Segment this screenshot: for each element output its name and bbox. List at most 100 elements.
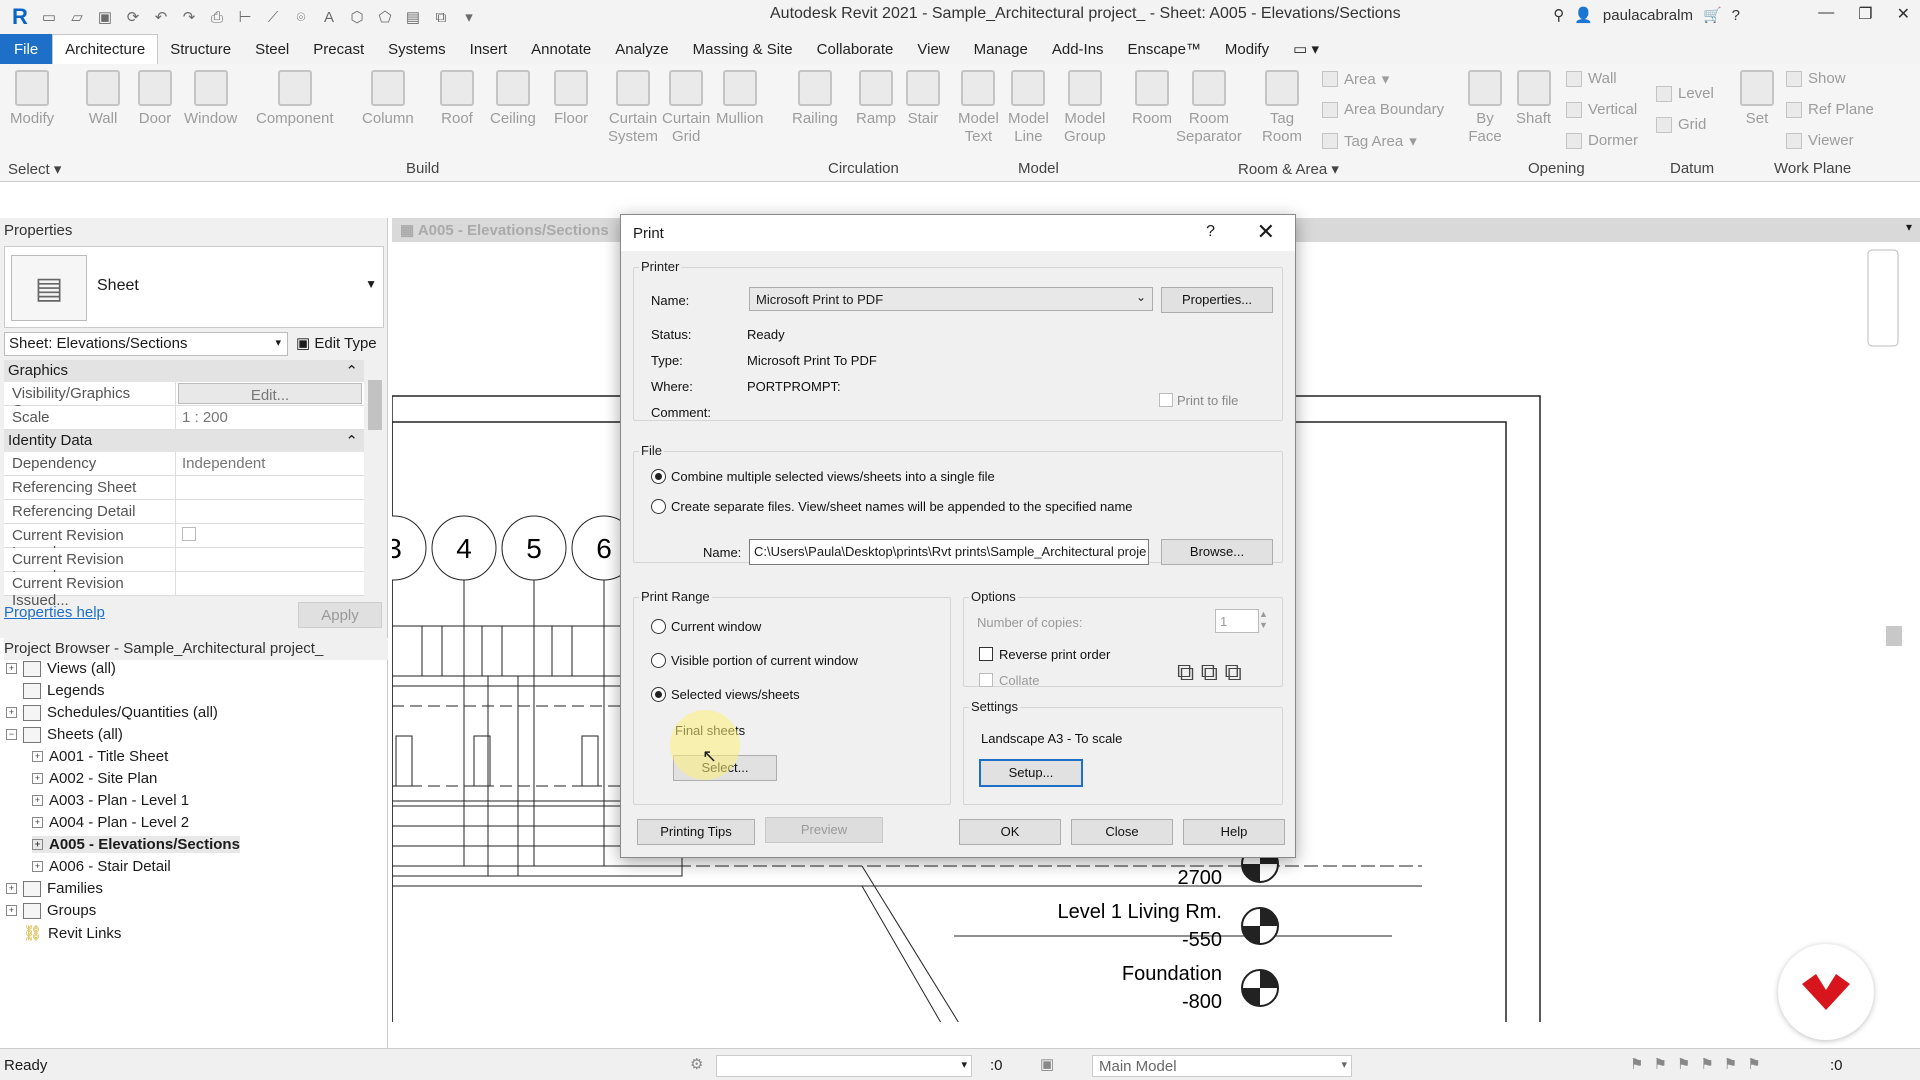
shaft-button[interactable]: Shaft (1516, 70, 1551, 128)
user-icon[interactable]: 👤 (1574, 6, 1593, 24)
room-button[interactable]: Room (1132, 70, 1172, 128)
model-group-button[interactable]: Model Group (1064, 70, 1106, 146)
print-to-file-checkbox[interactable] (1159, 393, 1173, 407)
collapse-icon[interactable]: − (6, 729, 17, 740)
navigation-bar[interactable] (1867, 249, 1899, 347)
visible-portion-radio[interactable] (651, 653, 666, 668)
restore-icon[interactable]: ❐ (1858, 4, 1872, 24)
tab-insert[interactable]: Insert (458, 34, 520, 64)
area-boundary-button[interactable]: Area Boundary (1322, 101, 1444, 118)
print-icon[interactable]: ⎙ (206, 6, 228, 28)
help-button[interactable]: Help (1183, 819, 1285, 845)
wall-opening-button[interactable]: Wall (1566, 70, 1617, 87)
collate-checkbox[interactable] (979, 673, 993, 687)
expand-icon[interactable]: + (6, 883, 17, 894)
stair-button[interactable]: Stair (906, 70, 940, 128)
property-value[interactable]: 1 : 200 (176, 406, 364, 429)
window-button[interactable]: Window (184, 70, 237, 128)
ceiling-button[interactable]: Ceiling (490, 70, 536, 128)
selected-views-radio[interactable] (651, 687, 666, 702)
component-button[interactable]: Component (256, 70, 334, 128)
expand-icon[interactable]: + (32, 817, 43, 828)
floor-button[interactable]: Floor (554, 70, 588, 128)
curtain-system-button[interactable]: Curtain System (608, 70, 658, 146)
apply-button[interactable]: Apply (298, 602, 382, 628)
tag-icon[interactable]: ⌾ (290, 6, 312, 28)
tree-node-sheet[interactable]: + A003 - Plan - Level 1 (32, 792, 189, 809)
property-value[interactable] (176, 548, 364, 571)
property-value[interactable] (176, 572, 364, 595)
modify-button[interactable]: Modify (10, 70, 54, 128)
ok-button[interactable]: OK (959, 819, 1061, 845)
tree-node-sheet[interactable]: + A006 - Stair Detail (32, 858, 171, 875)
user-name[interactable]: paulacabralm (1603, 7, 1693, 24)
tab-enscape[interactable]: Enscape™ (1116, 34, 1213, 64)
separate-files-radio[interactable] (651, 499, 666, 514)
tree-node-families[interactable]: + Families (6, 880, 103, 897)
expand-icon[interactable]: + (32, 795, 43, 806)
panel-room-area[interactable]: Room & Area ▾ (1238, 160, 1339, 178)
help-icon[interactable]: ? (1206, 223, 1215, 241)
printer-properties-button[interactable]: Properties... (1161, 287, 1273, 313)
expand-icon[interactable]: + (6, 905, 17, 916)
viewer-button[interactable]: Viewer (1786, 132, 1854, 149)
browse-button[interactable]: Browse... (1161, 539, 1273, 565)
tree-node-sheet[interactable]: + A002 - Site Plan (32, 770, 157, 787)
wall-button[interactable]: Wall (86, 70, 120, 128)
vertical-opening-button[interactable]: Vertical (1566, 101, 1637, 118)
type-selector[interactable]: ▤ Sheet ▼ (4, 246, 384, 328)
properties-help-link[interactable]: Properties help (4, 604, 105, 621)
text-icon[interactable]: A (318, 6, 340, 28)
revision-issued-checkbox[interactable] (182, 527, 196, 541)
copies-input[interactable]: 1 (1215, 609, 1259, 633)
customize-icon[interactable]: ▾ (458, 6, 480, 28)
room-separator-button[interactable]: Room Separator (1176, 70, 1242, 146)
tab-file[interactable]: File (0, 34, 53, 64)
home-icon[interactable]: ▭ (38, 6, 60, 28)
dimension-icon[interactable]: ⟋ (262, 6, 284, 28)
tab-analyze[interactable]: Analyze (603, 34, 680, 64)
selection-options-icon[interactable]: ⚑⚑⚑⚑⚑⚑ (1630, 1055, 1771, 1073)
setup-button[interactable]: Setup... (979, 759, 1083, 787)
expand-icon[interactable]: + (6, 663, 17, 674)
close-icon[interactable]: ✕ (1257, 219, 1275, 245)
tree-node-legends[interactable]: Legends (6, 682, 105, 699)
open-icon[interactable]: ▱ (66, 6, 88, 28)
tab-architecture[interactable]: Architecture (52, 34, 159, 64)
combine-files-radio[interactable] (651, 469, 666, 484)
tree-node-sheet-active[interactable]: + A005 - Elevations/Sections (32, 836, 240, 853)
filter-count[interactable]: :0 (1830, 1057, 1843, 1074)
show-button[interactable]: Show (1786, 70, 1846, 87)
tree-node-views[interactable]: + Views (all) (6, 660, 116, 677)
ref-plane-button[interactable]: Ref Plane (1786, 101, 1874, 118)
printer-name-dropdown[interactable]: Microsoft Print to PDF ⌄ (749, 287, 1153, 311)
tab-modify[interactable]: Modify (1213, 34, 1281, 64)
column-button[interactable]: Column (362, 70, 414, 128)
railing-button[interactable]: Railing (792, 70, 838, 128)
expand-icon[interactable]: + (32, 839, 43, 850)
edit-visibility-button[interactable]: Edit... (178, 383, 362, 404)
properties-scrollbar[interactable] (366, 360, 384, 596)
switch-windows-icon[interactable]: ⧉ (430, 6, 452, 28)
tab-precast[interactable]: Precast (301, 34, 376, 64)
level-head-icon[interactable] (1241, 969, 1279, 1007)
tab-annotate[interactable]: Annotate (519, 34, 603, 64)
expand-icon[interactable]: + (6, 707, 17, 718)
3d-view-icon[interactable]: ⬡ (346, 6, 368, 28)
tab-steel[interactable]: Steel (243, 34, 301, 64)
panel-select[interactable]: Select ▾ (8, 160, 61, 178)
preview-button[interactable]: Preview (765, 817, 883, 843)
set-button[interactable]: Set (1740, 70, 1774, 128)
design-options-icon[interactable]: ▣ (1040, 1055, 1054, 1073)
roof-button[interactable]: Roof (440, 70, 474, 128)
tab-collaborate[interactable]: Collaborate (805, 34, 906, 64)
tree-node-groups[interactable]: + Groups (6, 902, 96, 919)
tab-systems[interactable]: Systems (376, 34, 458, 64)
tree-node-sheet[interactable]: + A004 - Plan - Level 2 (32, 814, 189, 831)
design-option-dropdown[interactable]: Main Model ▾ (1092, 1055, 1352, 1077)
close-button[interactable]: Close (1071, 819, 1173, 845)
help-icon[interactable]: ? (1732, 7, 1740, 24)
cart-icon[interactable]: 🛒 (1703, 6, 1722, 24)
workset-dropdown[interactable]: ▾ (716, 1055, 972, 1077)
tab-manage[interactable]: Manage (962, 34, 1040, 64)
